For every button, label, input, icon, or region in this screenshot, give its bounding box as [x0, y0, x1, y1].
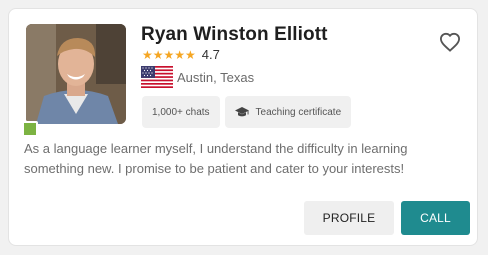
graduation-cap-icon: [234, 106, 249, 118]
location-text: Austin, Texas: [177, 69, 255, 85]
avatar[interactable]: [26, 24, 126, 124]
chip-label: Teaching certificate: [255, 106, 342, 118]
tutor-description: As a language learner myself, I understa…: [24, 141, 408, 176]
online-status-indicator: [22, 121, 38, 137]
us-flag-icon: [141, 66, 173, 88]
avatar-photo: [26, 24, 126, 124]
location: Austin, Texas: [141, 66, 254, 88]
chip-label: 1,000+ chats: [152, 106, 210, 118]
rating-stars-icon: ★★★★★: [142, 47, 196, 62]
teaching-certificate-chip: Teaching certificate: [224, 96, 352, 128]
rating-value: 4.7: [201, 47, 220, 62]
favorite-heart-icon[interactable]: [439, 32, 461, 57]
rating: ★★★★★ 4.7: [142, 47, 220, 62]
avatar-container: [22, 24, 126, 137]
profile-button[interactable]: PROFILE: [304, 201, 394, 235]
tutor-card: Ryan Winston Elliott ★★★★★ 4.7 Austin, T…: [8, 8, 478, 246]
chats-count-chip: 1,000+ chats: [142, 96, 220, 128]
tutor-chips: 1,000+ chats Teaching certificate: [142, 96, 352, 128]
tutor-name[interactable]: Ryan Winston Elliott: [141, 24, 328, 46]
call-button[interactable]: CALL: [401, 201, 470, 235]
